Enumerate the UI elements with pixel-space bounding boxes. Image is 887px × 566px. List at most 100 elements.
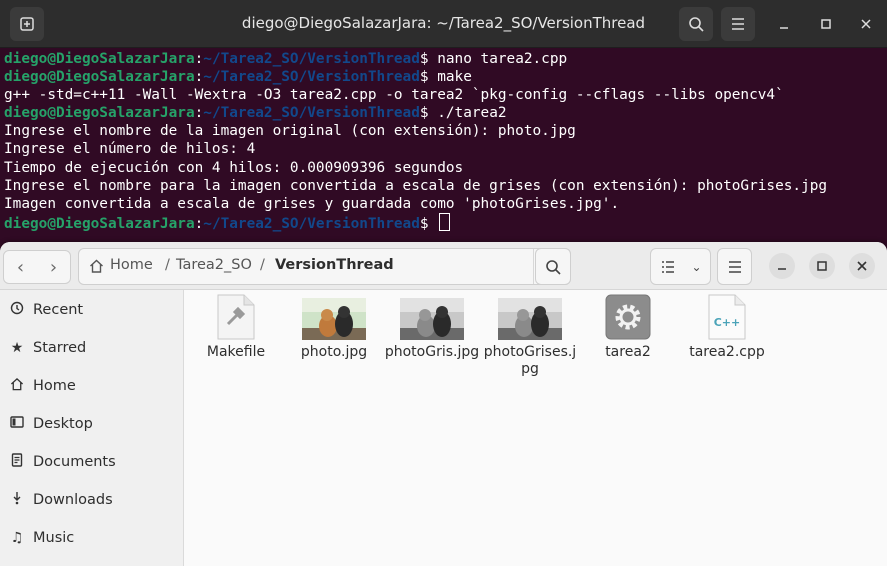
file-name: tarea2: [605, 344, 651, 360]
files-maximize-button[interactable]: [809, 253, 835, 279]
close-icon: [861, 19, 871, 29]
hamburger-icon: [732, 18, 744, 30]
sidebar-item-label: Starred: [33, 340, 87, 356]
chevron-right-icon: ›: [49, 256, 58, 278]
terminal-cursor: [439, 212, 451, 231]
files-menu-button[interactable]: [717, 248, 752, 285]
sidebar-item-recent[interactable]: Recent: [0, 292, 183, 328]
command-text: make: [437, 69, 472, 86]
files-window[interactable]: ‹ › Home / Tarea2_SO / VersionThread ⋮ ⌄: [0, 242, 887, 566]
cpp-file-icon: C++: [695, 294, 759, 340]
prompt-path: ~/Tarea2_SO/VersionThread: [203, 51, 420, 67]
chevron-down-icon: ⌄: [691, 259, 702, 274]
prompt-user: diego@DiegoSalazarJara: [4, 69, 195, 86]
star-icon: ★: [10, 340, 24, 356]
breadcrumb-separator: /: [165, 257, 170, 273]
prompt-path: ~/Tarea2_SO/VersionThread: [203, 69, 420, 86]
terminal-search-button[interactable]: [679, 7, 713, 41]
command-text: ./tarea2: [437, 105, 507, 122]
sidebar-item-label: Documents: [33, 454, 116, 470]
prompt-path: ~/Tarea2_SO/VersionThread: [203, 105, 420, 122]
files-minimize-button[interactable]: [769, 253, 795, 279]
terminal-command-line: diego@DiegoSalazarJara:~/Tarea2_SO/Versi…: [4, 50, 887, 68]
file-name: photoGris.jpg: [384, 344, 480, 360]
breadcrumb-home[interactable]: Home: [110, 257, 153, 273]
terminal-output-line: Imagen convertida a escala de grises y g…: [4, 195, 887, 213]
terminal-titlebar: diego@DiegoSalazarJara: ~/Tarea2_SO/Vers…: [0, 0, 887, 48]
file-name: Makefile: [206, 344, 266, 360]
image-thumbnail-gray: [400, 296, 464, 340]
terminal-close-button[interactable]: [849, 7, 883, 41]
executable-icon: [596, 294, 660, 340]
music-icon: ♫: [10, 530, 24, 546]
forward-button[interactable]: ›: [37, 250, 71, 284]
files-close-button[interactable]: [849, 253, 875, 279]
sidebar-item-label: Downloads: [33, 492, 113, 508]
prompt-colon: :: [194, 51, 204, 67]
view-list-button[interactable]: [650, 248, 685, 285]
sidebar-item-music[interactable]: ♫ Music: [0, 520, 183, 556]
file-item-tarea2[interactable]: tarea2: [580, 294, 676, 361]
terminal-command-line: diego@DiegoSalazarJara:~/Tarea2_SO/Versi…: [4, 104, 887, 122]
sidebar: Recent ★ Starred Home Desktop Documents …: [0, 290, 184, 566]
output-text: g++ -std=c++11 -Wall -Wextra -O3 tarea2.…: [4, 87, 784, 104]
file-item-photogrises-jpg[interactable]: photoGrises.jpg: [482, 296, 578, 378]
prompt-dollar: $: [419, 105, 438, 122]
sidebar-item-documents[interactable]: Documents: [0, 444, 183, 480]
output-text: Tiempo de ejecución con 4 hilos: 0.00090…: [4, 159, 464, 176]
sidebar-item-desktop[interactable]: Desktop: [0, 406, 183, 442]
file-item-photo-jpg[interactable]: photo.jpg: [286, 296, 382, 361]
home-icon: [9, 377, 25, 395]
terminal-minimize-button[interactable]: [767, 7, 801, 41]
file-name: photo.jpg: [300, 344, 368, 360]
breadcrumb-versionthread[interactable]: VersionThread: [275, 257, 394, 273]
prompt-dollar: $: [419, 215, 438, 232]
file-name: tarea2.cpp: [689, 344, 765, 360]
prompt-colon: :: [194, 69, 204, 86]
home-icon: [90, 259, 103, 273]
terminal-output[interactable]: diego@DiegoSalazarJara:~/Tarea2_SO/Versi…: [4, 50, 887, 232]
downloads-icon: [9, 491, 25, 509]
close-icon: [857, 261, 867, 271]
terminal-command-line: diego@DiegoSalazarJara:~/Tarea2_SO/Versi…: [4, 212, 887, 232]
prompt-user: diego@DiegoSalazarJara: [4, 215, 195, 232]
cpp-badge: C++: [713, 316, 741, 329]
prompt-path: ~/Tarea2_SO/VersionThread: [203, 215, 420, 232]
documents-icon: [9, 453, 25, 471]
files-search-button[interactable]: [535, 248, 571, 285]
prompt-colon: :: [194, 105, 204, 122]
terminal-maximize-button[interactable]: [809, 7, 843, 41]
breadcrumb-tarea2_so[interactable]: Tarea2_SO: [176, 257, 252, 273]
minimize-icon: [778, 268, 786, 270]
hamburger-icon: [728, 260, 741, 273]
image-thumbnail: [302, 296, 366, 340]
prompt-user: diego@DiegoSalazarJara: [4, 51, 195, 67]
breadcrumb-separator: /: [260, 257, 265, 273]
file-item-photogris-jpg[interactable]: photoGris.jpg: [384, 296, 480, 361]
file-item-tarea2-cpp[interactable]: C++ tarea2.cpp: [679, 294, 775, 361]
output-text: Imagen convertida a escala de grises y g…: [4, 195, 620, 212]
files-headerbar: ‹ › Home / Tarea2_SO / VersionThread ⋮ ⌄: [0, 242, 887, 290]
back-button[interactable]: ‹: [3, 250, 38, 284]
file-grid: Makefile photo.jpg photoGris.jpg photoGr…: [184, 290, 887, 566]
search-icon: [689, 17, 704, 32]
view-options-button[interactable]: ⌄: [683, 248, 711, 285]
prompt-user: diego@DiegoSalazarJara: [4, 105, 195, 122]
path-bar: Home / Tarea2_SO / VersionThread ⋮: [78, 248, 571, 285]
terminal-output-line: g++ -std=c++11 -Wall -Wextra -O3 tarea2.…: [4, 86, 887, 104]
output-text: Ingrese el número de hilos: 4: [4, 141, 256, 158]
sidebar-item-downloads[interactable]: Downloads: [0, 482, 183, 518]
sidebar-item-starred[interactable]: ★ Starred: [0, 330, 183, 366]
terminal-output-line: Tiempo de ejecución con 4 hilos: 0.00090…: [4, 159, 887, 177]
output-text: Ingrese el nombre para la imagen convert…: [4, 177, 828, 194]
prompt-colon: :: [194, 215, 204, 232]
prompt-dollar: $: [419, 69, 438, 86]
list-view-icon: [661, 260, 674, 273]
makefile-icon: [204, 294, 268, 340]
sidebar-item-home[interactable]: Home: [0, 368, 183, 404]
file-name: photoGrises.jpg: [483, 344, 577, 377]
terminal-menu-button[interactable]: [721, 7, 755, 41]
file-item-makefile[interactable]: Makefile: [188, 294, 284, 361]
chevron-left-icon: ‹: [16, 256, 25, 278]
desktop-icon: [9, 415, 25, 433]
